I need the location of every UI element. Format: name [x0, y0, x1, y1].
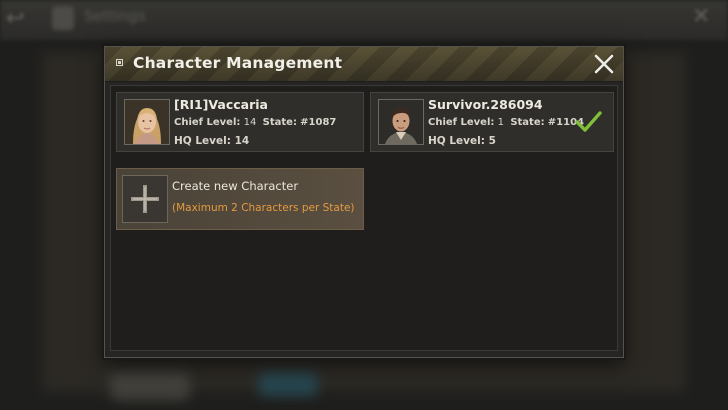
dialog-title: Character Management: [133, 54, 343, 72]
plus-icon: [131, 185, 159, 213]
hq-level: HQ Level: 5: [428, 135, 496, 147]
checkmark-icon: [575, 111, 602, 132]
chief-level-label: Chief Level:: [428, 117, 495, 128]
character-stats: Chief Level: 1 State: #1104: [428, 117, 584, 128]
create-character-limit-note: (Maximum 2 Characters per State): [172, 202, 355, 214]
hq-level-label: HQ Level:: [174, 135, 231, 147]
chief-level-value: 14: [243, 117, 257, 128]
state-label: State:: [510, 117, 545, 128]
character-stats: Chief Level: 14 State: #1087: [174, 117, 336, 128]
chief-level-value: 1: [497, 117, 504, 128]
character-name: [RI1]Vaccaria: [174, 97, 268, 112]
create-character-label: Create new Character: [172, 179, 299, 193]
character-card-vaccaria[interactable]: [RI1]Vaccaria Chief Level: 14 State: #10…: [116, 92, 364, 152]
header-bullet-icon: [116, 59, 123, 66]
character-management-dialog: Character Management [RI1]Vaccaria Chief…: [104, 46, 624, 358]
avatar: [124, 99, 170, 145]
create-character-button[interactable]: Create new Character (Maximum 2 Characte…: [116, 168, 364, 230]
character-name: Survivor.286094: [428, 97, 543, 112]
character-card-survivor[interactable]: Survivor.286094 Chief Level: 1 State: #1…: [370, 92, 614, 152]
hq-level-label: HQ Level:: [428, 135, 485, 147]
hq-level-value: 5: [488, 135, 496, 147]
state-label: State:: [262, 117, 297, 128]
dialog-header: Character Management: [105, 47, 623, 82]
male-dark-hair-portrait-icon: [379, 100, 423, 144]
hq-level-value: 14: [234, 135, 250, 147]
state-value: #1087: [300, 117, 337, 128]
close-x-icon: [594, 54, 614, 74]
plus-box: [122, 175, 168, 223]
chief-level-label: Chief Level:: [174, 117, 241, 128]
hq-level: HQ Level: 14: [174, 135, 249, 147]
close-button[interactable]: [591, 51, 617, 77]
dialog-body: [RI1]Vaccaria Chief Level: 14 State: #10…: [110, 85, 618, 351]
female-blonde-portrait-icon: [125, 100, 169, 144]
avatar: [378, 99, 424, 145]
